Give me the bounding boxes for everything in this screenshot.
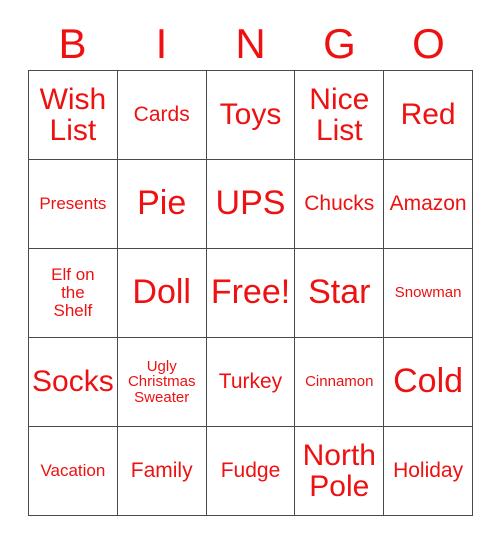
bingo-cell-label: Red [400, 98, 456, 132]
bingo-cell-label: Free! [210, 273, 291, 312]
bingo-cell-label: Socks [32, 365, 114, 399]
bingo-cell[interactable]: Star [295, 249, 385, 338]
bingo-cell[interactable]: Cards [117, 71, 207, 160]
bingo-cell-label: Cinnamon [305, 373, 374, 391]
bingo-cell-label: UPS [215, 184, 286, 223]
bingo-cell[interactable]: Snowman [384, 249, 473, 338]
bingo-cell-label: Turkey [218, 370, 283, 394]
bingo-cell[interactable]: Turkey [206, 338, 296, 427]
bingo-cell-label: Nice List [309, 82, 370, 147]
bingo-cell[interactable]: Chucks [295, 160, 385, 249]
bingo-cell[interactable]: Vacation [29, 427, 118, 516]
bingo-header-letter-n: N [235, 20, 266, 67]
bingo-cell[interactable]: North Pole [295, 427, 385, 516]
bingo-card: B I N G O Wish List Cards Toys Nice List R… [0, 0, 500, 544]
bingo-cell-label: Doll [132, 273, 191, 312]
bingo-cell-free[interactable]: Free! [206, 249, 296, 338]
bingo-header-letter-o: O [412, 20, 445, 67]
bingo-cell[interactable]: Toys [206, 71, 296, 160]
bingo-cell[interactable]: Pie [117, 160, 207, 249]
bingo-header-letter-i: I [155, 20, 168, 67]
bingo-cell[interactable]: Holiday [384, 427, 473, 516]
bingo-cell-label: Cards [133, 103, 190, 127]
bingo-cell[interactable]: Fudge [206, 427, 296, 516]
bingo-cell[interactable]: Cold [384, 338, 473, 427]
bingo-cell-label: Fudge [220, 459, 281, 483]
bingo-cell-label: Ugly Christmas Sweater [127, 357, 196, 406]
bingo-header-letter-b: B [58, 20, 87, 67]
bingo-cell-label: Pie [137, 184, 187, 223]
bingo-cell-label: Elf on the Shelf [51, 265, 95, 320]
bingo-cell-label: Star [308, 273, 371, 312]
bingo-cell[interactable]: Socks [29, 338, 118, 427]
bingo-cell-label: Toys [219, 98, 282, 132]
bingo-cell[interactable]: Amazon [384, 160, 473, 249]
bingo-cell[interactable]: Wish List [29, 71, 118, 160]
bingo-cell-label: Amazon [389, 192, 467, 216]
bingo-cell-label: North Pole [302, 438, 376, 503]
bingo-header-letter-g: G [323, 20, 356, 67]
bingo-cell[interactable]: Nice List [295, 71, 385, 160]
bingo-cell-label: Vacation [40, 461, 106, 481]
bingo-cell-label: Wish List [39, 82, 107, 147]
bingo-grid: Wish List Cards Toys Nice List Red Present… [28, 70, 473, 516]
bingo-cell[interactable]: Elf on the Shelf [29, 249, 118, 338]
bingo-cell[interactable]: Cinnamon [295, 338, 385, 427]
bingo-cell[interactable]: Doll [117, 249, 207, 338]
bingo-cell[interactable]: Family [117, 427, 207, 516]
bingo-cell-label: Snowman [394, 284, 462, 302]
bingo-cell-label: Holiday [393, 459, 464, 483]
bingo-cell-label: Family [130, 459, 193, 483]
bingo-header: B I N G O [28, 18, 473, 70]
bingo-cell[interactable]: UPS [206, 160, 296, 249]
bingo-cell[interactable]: Red [384, 71, 473, 160]
bingo-cell[interactable]: Ugly Christmas Sweater [117, 338, 207, 427]
bingo-cell[interactable]: Presents [29, 160, 118, 249]
bingo-cell-label: Presents [39, 194, 107, 214]
bingo-cell-label: Chucks [304, 192, 375, 216]
bingo-cell-label: Cold [393, 362, 464, 401]
